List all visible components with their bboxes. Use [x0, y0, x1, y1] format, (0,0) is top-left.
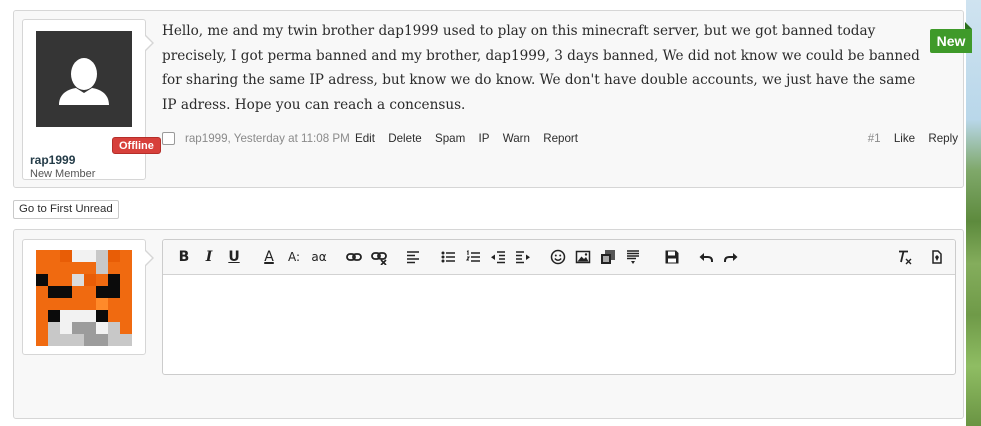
message-text: Hello, me and my twin brother dap1999 us…: [162, 23, 920, 113]
new-badge: New: [930, 22, 972, 53]
avatar[interactable]: [36, 250, 132, 346]
smiley-icon[interactable]: [548, 247, 568, 267]
save-draft-icon[interactable]: [662, 247, 682, 267]
message-user-info: Offline rap1999 New Member: [22, 19, 161, 180]
ip-link[interactable]: IP: [479, 132, 490, 145]
outdent-icon[interactable]: [488, 247, 508, 267]
delete-link[interactable]: Delete: [388, 132, 422, 145]
username[interactable]: rap1999: [30, 153, 75, 167]
reply-user-info: [22, 239, 154, 355]
underline-button[interactable]: U: [224, 247, 244, 267]
unlink-icon[interactable]: [369, 247, 389, 267]
spam-link[interactable]: Spam: [435, 132, 465, 145]
toggle-bbcode-icon[interactable]: [927, 247, 947, 267]
post-actions: Edit Delete Spam IP Warn Report: [355, 130, 588, 148]
author-date[interactable]: rap1999, Yesterday at 11:08 PM: [185, 130, 350, 148]
font-color-button[interactable]: A: [259, 247, 279, 267]
media-icon[interactable]: [598, 247, 618, 267]
warn-link[interactable]: Warn: [503, 132, 530, 145]
user-block-arrow: [144, 34, 154, 52]
numbered-list-icon[interactable]: [463, 247, 483, 267]
default-user-icon: [59, 58, 109, 105]
bold-button[interactable]: B: [174, 247, 194, 267]
report-link[interactable]: Report: [543, 132, 578, 145]
message-post: Offline rap1999 New Member Hello, me and…: [13, 10, 964, 188]
reply-link[interactable]: Reply: [928, 132, 958, 145]
go-to-first-unread-button[interactable]: Go to First Unread: [13, 200, 119, 219]
reply-textarea[interactable]: [163, 275, 955, 374]
post-number[interactable]: #1: [868, 132, 881, 145]
link-icon[interactable]: [344, 247, 364, 267]
insert-more-icon[interactable]: [623, 247, 643, 267]
indent-icon[interactable]: [513, 247, 533, 267]
italic-button[interactable]: I: [199, 247, 219, 267]
reply-editor: B I U A A: aα: [162, 239, 956, 375]
remove-formatting-icon[interactable]: [894, 247, 914, 267]
font-family-button[interactable]: aα: [309, 247, 329, 267]
post-right-actions: #1 Like Reply: [868, 130, 958, 148]
status-badge: Offline: [112, 137, 161, 154]
quick-reply: B I U A A: aα: [13, 229, 964, 419]
select-post-checkbox[interactable]: [162, 132, 175, 145]
bullet-list-icon[interactable]: [438, 247, 458, 267]
undo-icon[interactable]: [696, 247, 716, 267]
like-link[interactable]: Like: [894, 132, 915, 145]
editor-toolbar: B I U A A: aα: [163, 240, 955, 275]
user-title: New Member: [30, 168, 96, 180]
user-block-arrow: [144, 249, 154, 267]
avatar[interactable]: [36, 31, 132, 127]
align-left-icon[interactable]: [403, 247, 423, 267]
redo-icon[interactable]: [721, 247, 741, 267]
background-scenery: [966, 0, 981, 426]
font-size-button[interactable]: A:: [284, 247, 304, 267]
edit-link[interactable]: Edit: [355, 132, 375, 145]
image-icon[interactable]: [573, 247, 593, 267]
message-meta: rap1999, Yesterday at 11:08 PM Edit Dele…: [162, 130, 958, 148]
